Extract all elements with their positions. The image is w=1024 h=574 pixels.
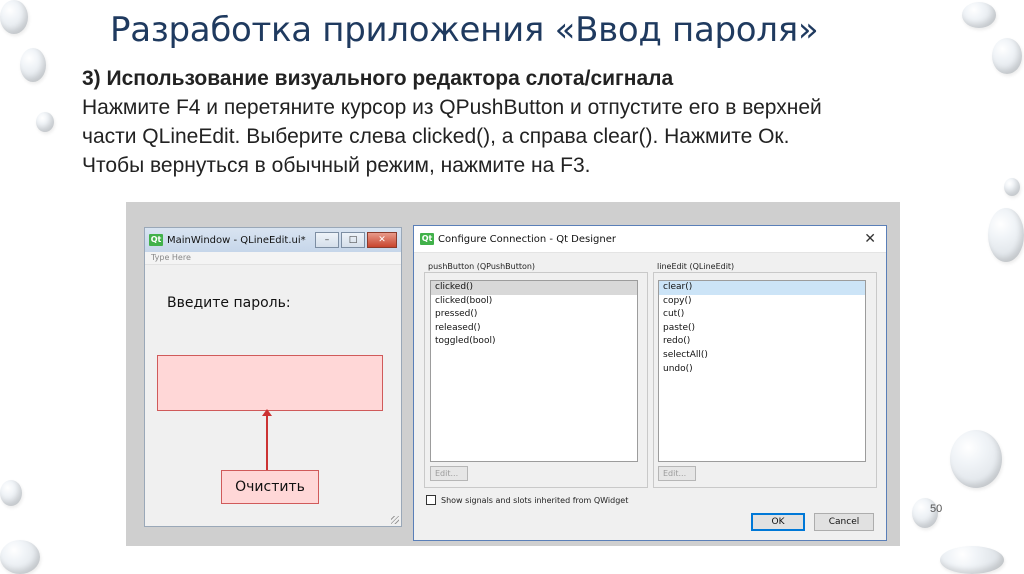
qt-logo-icon: Qt: [420, 233, 434, 245]
instruction-line: Чтобы вернуться в обычный режим, нажмите…: [82, 154, 591, 177]
instruction-line: части QLineEdit. Выберите слева clicked(…: [82, 125, 790, 148]
slide-title: Разработка приложения «Ввод пароля»: [110, 10, 819, 50]
list-item[interactable]: undo(): [659, 363, 865, 377]
signal-group-label: pushButton (QPushButton): [428, 262, 536, 271]
list-item[interactable]: released(): [431, 322, 637, 336]
dialog-close-icon[interactable]: ✕: [864, 231, 876, 247]
password-label: Введите пароль:: [167, 295, 291, 311]
inherited-checkbox-row[interactable]: Show signals and slots inherited from QW…: [426, 495, 628, 505]
ok-button[interactable]: OK: [751, 513, 805, 531]
water-drop-decoration: [0, 480, 22, 506]
list-item[interactable]: selectAll(): [659, 349, 865, 363]
inherited-checkbox-label: Show signals and slots inherited from QW…: [441, 495, 629, 505]
step-heading: 3) Использование визуального редактора с…: [82, 67, 674, 90]
water-drop-decoration: [0, 0, 28, 34]
window-controls: – □ ✕: [315, 232, 401, 248]
water-drop-decoration: [962, 2, 996, 28]
inherited-checkbox[interactable]: [426, 495, 436, 505]
water-drop-decoration: [940, 546, 1004, 574]
configure-connection-dialog: Qt Configure Connection - Qt Designer ✕ …: [413, 225, 887, 541]
resize-grip-icon[interactable]: [391, 516, 399, 524]
designer-screenshot: Qt MainWindow - QLineEdit.ui* – □ ✕ Type…: [126, 202, 900, 546]
water-drop-decoration: [1004, 178, 1020, 196]
instruction-line: Нажмите F4 и перетяните курсор из QPushB…: [82, 96, 822, 119]
dialog-title: Configure Connection - Qt Designer: [438, 233, 616, 245]
list-item[interactable]: cut(): [659, 308, 865, 322]
form-canvas: Введите пароль: Очистить: [145, 265, 401, 526]
water-drop-decoration: [988, 208, 1024, 262]
main-window-titlebar[interactable]: Qt MainWindow - QLineEdit.ui* – □ ✕: [145, 228, 401, 252]
list-item[interactable]: clicked(): [431, 281, 637, 295]
list-item[interactable]: copy(): [659, 295, 865, 309]
qt-logo-icon: Qt: [149, 234, 163, 246]
cancel-button[interactable]: Cancel: [814, 513, 874, 531]
water-drop-decoration: [950, 430, 1002, 488]
water-drop-decoration: [36, 112, 54, 132]
password-line-edit[interactable]: [157, 355, 383, 411]
close-button[interactable]: ✕: [367, 232, 397, 248]
list-item[interactable]: paste(): [659, 322, 865, 336]
connection-arrow-icon: [262, 409, 272, 416]
list-item[interactable]: clicked(bool): [431, 295, 637, 309]
edit-slots-button[interactable]: Edit...: [658, 466, 696, 481]
list-item[interactable]: clear(): [659, 281, 865, 295]
list-item[interactable]: toggled(bool): [431, 335, 637, 349]
menu-bar-placeholder[interactable]: Type Here: [145, 252, 401, 265]
minimize-button[interactable]: –: [315, 232, 339, 248]
connection-line: [266, 413, 268, 470]
list-item[interactable]: redo(): [659, 335, 865, 349]
dialog-titlebar[interactable]: Qt Configure Connection - Qt Designer ✕: [414, 226, 886, 253]
main-window-title: MainWindow - QLineEdit.ui*: [167, 234, 306, 246]
water-drop-decoration: [0, 540, 40, 574]
water-drop-decoration: [20, 48, 46, 82]
maximize-button[interactable]: □: [341, 232, 365, 248]
list-item[interactable]: pressed(): [431, 308, 637, 322]
edit-signals-button[interactable]: Edit...: [430, 466, 468, 481]
clear-button[interactable]: Очистить: [221, 470, 319, 504]
signal-list[interactable]: clicked() clicked(bool) pressed() releas…: [430, 280, 638, 462]
slot-list[interactable]: clear() copy() cut() paste() redo() sele…: [658, 280, 866, 462]
slot-group-label: lineEdit (QLineEdit): [657, 262, 735, 271]
page-number: 50: [930, 503, 943, 515]
main-window: Qt MainWindow - QLineEdit.ui* – □ ✕ Type…: [144, 227, 402, 527]
slide-body: 3) Использование визуального редактора с…: [82, 64, 1002, 180]
